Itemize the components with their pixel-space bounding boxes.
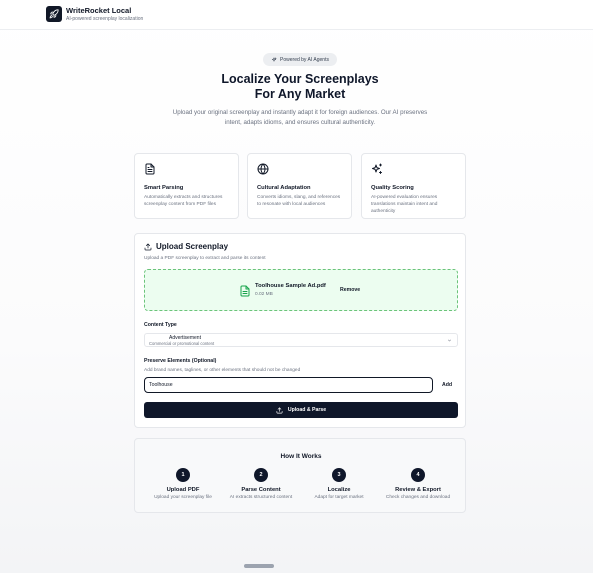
content-type-description: Commercial or promotional content xyxy=(149,341,215,346)
feature-description: Converts idioms, slang, and references t… xyxy=(257,195,341,207)
app-title: WriteRocket Local xyxy=(66,6,132,15)
step-title: Upload PDF xyxy=(166,487,200,493)
sparkles-icon xyxy=(272,56,277,62)
upload-title: Upload Screenplay xyxy=(144,242,228,251)
hero-title-line2: For Any Market xyxy=(254,87,346,101)
file-text-icon xyxy=(240,285,250,297)
preserve-element-input[interactable] xyxy=(144,377,433,393)
how-it-works-title: How It Works xyxy=(280,453,322,460)
step-title: Review & Export xyxy=(395,487,441,493)
step-title: Parse Content xyxy=(241,487,281,493)
upload-icon xyxy=(144,243,152,250)
page: WriteRocket Local AI-powered screenplay … xyxy=(0,0,593,573)
badge-label: Powered by AI Agents xyxy=(280,56,329,63)
upload-title-text: Upload Screenplay xyxy=(156,242,229,251)
horizontal-scrollbar[interactable] xyxy=(244,564,274,568)
rocket-logo-icon xyxy=(46,6,62,22)
app-header: WriteRocket Local AI-powered screenplay … xyxy=(0,0,593,30)
feature-title: Smart Parsing xyxy=(144,185,184,191)
step-upload-pdf: 1 Upload PDF Upload your screenplay file xyxy=(143,468,223,500)
step-number: 4 xyxy=(411,468,425,482)
upload-parse-label: Upload & Parse xyxy=(287,407,327,413)
file-name: Toolhouse Sample Ad.pdf xyxy=(255,283,326,289)
step-number: 2 xyxy=(254,468,268,482)
feature-title: Cultural Adaptation xyxy=(257,185,311,191)
step-description: Check changes and download xyxy=(385,495,451,500)
step-description: Adapt for target market xyxy=(314,495,364,500)
step-number: 3 xyxy=(332,468,346,482)
content-type-label: Content Type xyxy=(144,322,177,328)
preserve-elements-hint: Add brand names, taglines, or other elem… xyxy=(144,368,301,373)
document-icon xyxy=(145,163,155,175)
file-dropzone[interactable]: Toolhouse Sample Ad.pdf 0.02 MB Remove xyxy=(144,269,458,311)
hero-title: Localize Your Screenplays For Any Market xyxy=(0,72,593,102)
hero-description: Upload your original screenplay and inst… xyxy=(172,109,428,126)
step-title: Localize xyxy=(327,487,351,493)
sparkles-icon xyxy=(372,163,382,174)
hero-title-line1: Localize Your Screenplays xyxy=(221,72,379,86)
upload-subtitle: Upload a PDF screenplay to extract and p… xyxy=(144,256,266,261)
step-number: 1 xyxy=(176,468,190,482)
step-review-export: 4 Review & Export Check changes and down… xyxy=(378,468,458,500)
content-type-select[interactable]: Advertisement Commercial or promotional … xyxy=(144,333,458,347)
globe-icon xyxy=(257,163,269,175)
feature-title: Quality Scoring xyxy=(371,185,414,191)
preserve-elements-label: Preserve Elements (Optional) xyxy=(144,358,217,364)
upload-card: Upload Screenplay Upload a PDF screenpla… xyxy=(134,233,466,428)
how-it-works-card: How It Works 1 Upload PDF Upload your sc… xyxy=(134,438,466,513)
powered-by-badge: Powered by AI Agents xyxy=(263,53,337,66)
step-localize: 3 Localize Adapt for target market xyxy=(299,468,379,500)
add-element-button[interactable]: Add xyxy=(436,377,458,393)
app-subtitle: AI-powered screenplay localization xyxy=(66,16,144,22)
upload-parse-button[interactable]: Upload & Parse xyxy=(144,402,458,418)
chevron-down-icon xyxy=(447,339,452,342)
step-description: Upload your screenplay file xyxy=(154,495,212,500)
feature-description: Automatically extracts and structures sc… xyxy=(144,195,223,207)
feature-description: AI-powered evaluation ensures translatio… xyxy=(371,195,438,214)
feature-card-quality-scoring: Quality Scoring AI-powered evaluation en… xyxy=(361,153,466,219)
feature-card-smart-parsing: Smart Parsing Automatically extracts and… xyxy=(134,153,239,219)
step-description: AI extracts structured content xyxy=(229,495,293,500)
file-size: 0.02 MB xyxy=(255,292,273,297)
feature-card-cultural-adaptation: Cultural Adaptation Converts idioms, sla… xyxy=(247,153,352,219)
step-parse-content: 2 Parse Content AI extracts structured c… xyxy=(221,468,301,500)
upload-icon xyxy=(276,407,283,413)
remove-file-button[interactable]: Remove xyxy=(340,287,360,293)
